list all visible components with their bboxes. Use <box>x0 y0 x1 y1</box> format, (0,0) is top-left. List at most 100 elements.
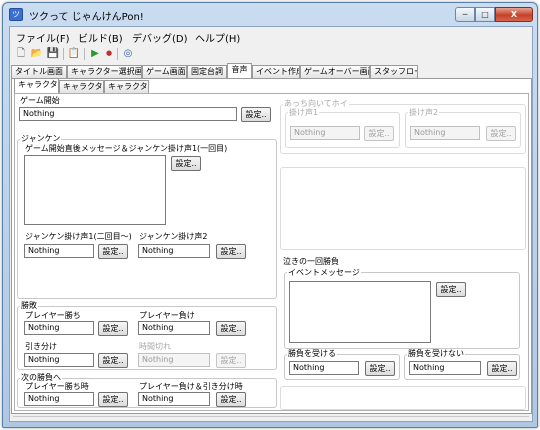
save-icon[interactable]: 💾 <box>46 47 60 60</box>
event-message-label: イベントメッセージ <box>287 268 361 278</box>
maximize-icon[interactable]: □ <box>475 7 495 22</box>
game-start-field[interactable]: Nothing <box>19 107 237 121</box>
player-win-set-button[interactable]: 設定.. <box>98 321 128 336</box>
janken-call2-field[interactable]: Nothing <box>138 244 210 258</box>
next-round-group: 次の勝負へ プレイヤー勝ち時 Nothing 設定.. プレイヤー負け＆引き分け… <box>17 373 277 408</box>
accept-group: 勝負を受ける Nothing 設定.. <box>284 349 400 380</box>
character-tabs: キャラクター1 キャラクター2 キャラクター3 <box>12 78 530 93</box>
app-icon: ツ <box>9 8 23 21</box>
toolbar-separator <box>117 48 118 60</box>
janken-call2-label: ジャンケン掛け声2 <box>138 232 209 242</box>
next-win-set-button[interactable]: 設定.. <box>98 392 128 407</box>
client-area: ファイル(F) ビルド(B) デバッグ(D) ヘルプ(H) 🗋 📂 💾 📋 ▶ … <box>9 26 533 422</box>
help-icon[interactable]: ◎ <box>121 47 135 60</box>
timeout-field: Nothing <box>138 353 210 367</box>
toolbar-separator <box>84 48 85 60</box>
acchi-call1-set-button: 設定.. <box>364 126 394 141</box>
acchi-call2-label: 掛け声2 <box>408 108 440 118</box>
janken-call1-field[interactable]: Nothing <box>24 244 94 258</box>
accept-set-button[interactable]: 設定.. <box>365 361 395 376</box>
tab-character-2[interactable]: キャラクター2 <box>59 80 104 93</box>
next-lose-draw-set-button[interactable]: 設定.. <box>216 392 246 407</box>
bottom-empty-group <box>280 386 526 410</box>
tab-staff-roll[interactable]: スタッフロール <box>370 65 418 78</box>
close-icon[interactable]: X <box>495 7 533 22</box>
decline-field[interactable]: Nothing <box>409 361 481 375</box>
crying-round-label: 泣きの一回勝負 <box>282 257 340 267</box>
janken-first-set-button[interactable]: 設定.. <box>171 156 201 171</box>
next-win-label: プレイヤー勝ち時 <box>24 382 90 392</box>
application-window: ツ ツクって じゃんけんPon! ─ □ X ファイル(F) ビルド(B) デバ… <box>2 2 538 428</box>
decline-label: 勝負を受けない <box>407 349 465 359</box>
audio-panel: キャラクター1 キャラクター2 キャラクター3 ゲーム開始 Nothing 設定… <box>11 78 532 414</box>
menu-file[interactable]: ファイル(F) <box>16 30 70 45</box>
menu-bar: ファイル(F) ビルド(B) デバッグ(D) ヘルプ(H) <box>10 27 532 45</box>
game-start-set-button[interactable]: 設定.. <box>241 107 271 122</box>
player-win-label: プレイヤー勝ち <box>24 311 82 321</box>
player-win-field[interactable]: Nothing <box>24 321 94 335</box>
event-message-group: イベントメッセージ 設定.. <box>284 268 520 349</box>
empty-group <box>280 167 526 250</box>
result-label: 勝敗 <box>20 301 38 311</box>
copy-icon[interactable]: 📋 <box>67 47 81 60</box>
toolbar-separator <box>63 48 64 60</box>
stop-icon[interactable]: ● <box>102 47 116 60</box>
accept-field[interactable]: Nothing <box>289 361 359 375</box>
player-lose-set-button[interactable]: 設定.. <box>216 321 246 336</box>
timeout-label: 時間切れ <box>138 342 172 352</box>
janken-call1-label: ジャンケン掛け声1(二回目〜) <box>24 232 133 242</box>
draw-set-button[interactable]: 設定.. <box>98 353 128 368</box>
tab-game-over[interactable]: ゲームオーバー画面 <box>300 65 370 78</box>
game-start-group: ゲーム開始 Nothing 設定.. <box>17 96 277 122</box>
janken-call1-set-button[interactable]: 設定.. <box>98 244 128 259</box>
menu-debug[interactable]: デバッグ(D) <box>132 30 188 45</box>
janken-first-list[interactable] <box>24 155 166 225</box>
minimize-icon[interactable]: ─ <box>455 7 475 22</box>
player-lose-label: プレイヤー負け <box>138 311 196 321</box>
janken-call2-set-button[interactable]: 設定.. <box>216 244 246 259</box>
open-folder-icon[interactable]: 📂 <box>30 47 44 60</box>
acchi-call1-label: 掛け声1 <box>288 108 320 118</box>
tab-character-1[interactable]: キャラクター1 <box>14 78 59 93</box>
event-message-list[interactable] <box>289 281 431 343</box>
decline-group: 勝負を受けない Nothing 設定.. <box>404 349 520 380</box>
title-bar[interactable]: ツ ツクって じゃんけんPon! ─ □ X <box>3 3 537 25</box>
tab-game-screen[interactable]: ゲーム画面 <box>142 65 187 78</box>
acchi-call1-group: 掛け声1 Nothing 設定.. <box>285 108 400 148</box>
window-title: ツクって じゃんけんPon! <box>29 12 144 23</box>
timeout-set-button: 設定.. <box>216 353 246 368</box>
event-message-set-button[interactable]: 設定.. <box>436 282 466 297</box>
tab-fixed-lines[interactable]: 固定台詞 <box>187 65 227 78</box>
tab-audio[interactable]: 音声 <box>227 63 252 78</box>
status-area <box>13 416 529 419</box>
acchi-call2-group: 掛け声2 Nothing 設定.. <box>405 108 521 148</box>
tab-character-select[interactable]: キャラクター選択画面 <box>67 65 142 78</box>
decline-set-button[interactable]: 設定.. <box>487 361 517 376</box>
tab-character-3[interactable]: キャラクター3 <box>104 80 149 93</box>
character-1-panel: ゲーム開始 Nothing 設定.. ジャンケン ゲーム開始直後メッセージ＆ジャ… <box>14 93 529 411</box>
acchi-call2-field: Nothing <box>410 126 480 140</box>
janken-label: ジャンケン <box>20 134 62 144</box>
run-icon[interactable]: ▶ <box>88 47 102 60</box>
janken-first-label: ゲーム開始直後メッセージ＆ジャンケン掛け声1(一回目) <box>24 144 229 154</box>
toolbar: 🗋 📂 💾 📋 ▶ ● ◎ <box>10 45 532 63</box>
acchi-call1-field: Nothing <box>290 126 360 140</box>
accept-label: 勝負を受ける <box>287 349 337 359</box>
draw-field[interactable]: Nothing <box>24 353 94 367</box>
acchi-call2-set-button: 設定.. <box>486 126 516 141</box>
menu-build[interactable]: ビルド(B) <box>78 30 123 45</box>
tab-event-create[interactable]: イベント作成 <box>252 65 300 78</box>
next-lose-draw-label: プレイヤー負け＆引き分け時 <box>138 382 244 392</box>
new-file-icon[interactable]: 🗋 <box>14 47 28 60</box>
crying-round-group: 泣きの一回勝負 イベントメッセージ 設定.. 勝負を受ける Nothing 設定… <box>280 254 526 382</box>
draw-label: 引き分け <box>24 342 58 352</box>
main-tabs: タイトル画面 キャラクター選択画面 ゲーム画面 固定台詞 音声 イベント作成 ゲ… <box>10 63 532 78</box>
menu-help[interactable]: ヘルプ(H) <box>195 30 240 45</box>
next-lose-draw-field[interactable]: Nothing <box>138 392 210 406</box>
next-win-field[interactable]: Nothing <box>24 392 94 406</box>
janken-group: ジャンケン ゲーム開始直後メッセージ＆ジャンケン掛け声1(一回目) 設定.. ジ… <box>17 134 277 299</box>
player-lose-field[interactable]: Nothing <box>138 321 210 335</box>
acchi-group: あっち向いてホイ 掛け声1 Nothing 設定.. 掛け声2 Nothing … <box>280 99 526 154</box>
tab-title-screen[interactable]: タイトル画面 <box>11 65 67 78</box>
game-start-label: ゲーム開始 <box>19 96 61 106</box>
